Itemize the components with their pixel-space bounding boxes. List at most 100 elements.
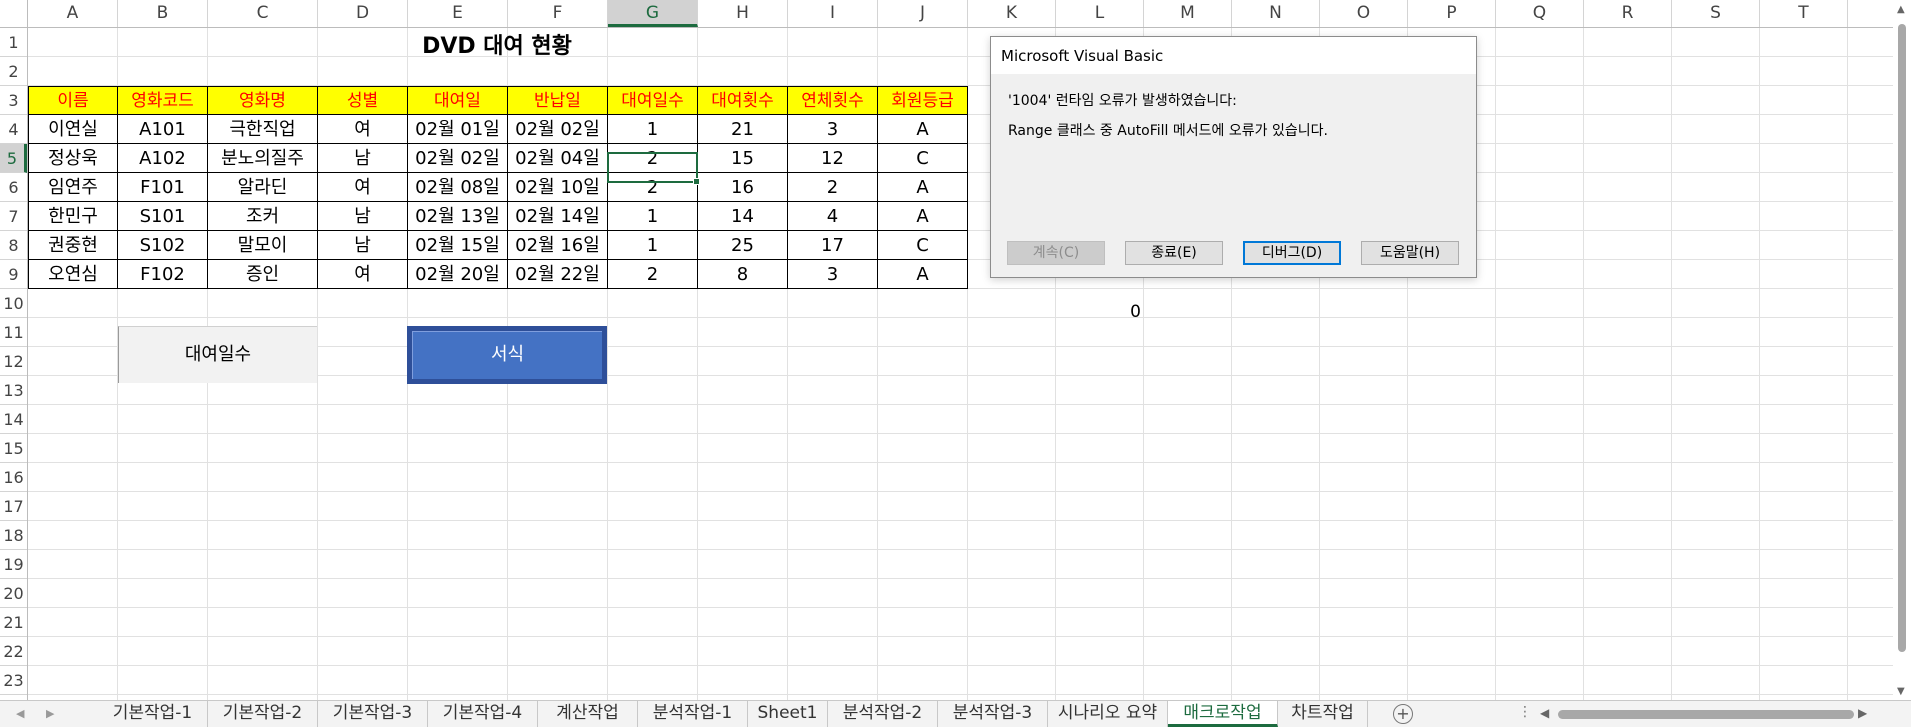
help-button[interactable]: 도움말(H) bbox=[1361, 241, 1459, 265]
table-cell[interactable]: 02월 02일 bbox=[408, 144, 508, 173]
table-cell[interactable]: 12 bbox=[788, 144, 878, 173]
table-cell[interactable]: 조커 bbox=[208, 202, 318, 231]
table-cell[interactable]: 02월 16일 bbox=[508, 231, 608, 260]
scroll-up-icon[interactable]: ▲ bbox=[1897, 4, 1905, 15]
sheet-tab[interactable]: 분석작업-2 bbox=[828, 701, 938, 727]
column-header-A[interactable]: A bbox=[28, 0, 118, 27]
row-header-21[interactable]: 21 bbox=[0, 608, 27, 637]
row-header-5[interactable]: 5 bbox=[0, 144, 27, 173]
format-macro-button[interactable]: 서식 bbox=[407, 326, 607, 384]
column-header-B[interactable]: B bbox=[118, 0, 208, 27]
hscroll-left-icon[interactable]: ◀ bbox=[1540, 706, 1549, 720]
table-cell[interactable]: 3 bbox=[788, 115, 878, 144]
table-cell[interactable]: 8 bbox=[698, 260, 788, 289]
table-cell[interactable]: 2 bbox=[608, 173, 698, 202]
table-header-cell[interactable]: 영화명 bbox=[208, 86, 318, 115]
tab-split-handle-icon[interactable]: ⋮ bbox=[1518, 704, 1532, 720]
table-cell[interactable]: 14 bbox=[698, 202, 788, 231]
table-cell[interactable]: 3 bbox=[788, 260, 878, 289]
table-cell[interactable]: 여 bbox=[318, 173, 408, 202]
table-header-cell[interactable]: 대여일수 bbox=[608, 86, 698, 115]
column-header-C[interactable]: C bbox=[208, 0, 318, 27]
table-cell[interactable]: 2 bbox=[608, 260, 698, 289]
table-header-cell[interactable]: 이름 bbox=[28, 86, 118, 115]
row-header-14[interactable]: 14 bbox=[0, 405, 27, 434]
table-cell[interactable]: 이연실 bbox=[28, 115, 118, 144]
table-cell[interactable]: 1 bbox=[608, 231, 698, 260]
tab-scroll-left-icon[interactable]: ◀ bbox=[16, 707, 24, 720]
table-cell[interactable]: 02월 08일 bbox=[408, 173, 508, 202]
column-header-O[interactable]: O bbox=[1320, 0, 1408, 27]
table-cell[interactable]: 정상욱 bbox=[28, 144, 118, 173]
table-cell[interactable]: S101 bbox=[118, 202, 208, 231]
row-header-6[interactable]: 6 bbox=[0, 173, 27, 202]
table-cell[interactable]: 15 bbox=[698, 144, 788, 173]
table-cell[interactable]: A bbox=[878, 260, 968, 289]
table-cell[interactable]: 분노의질주 bbox=[208, 144, 318, 173]
column-header-H[interactable]: H bbox=[698, 0, 788, 27]
row-header-13[interactable]: 13 bbox=[0, 376, 27, 405]
table-cell[interactable]: 4 bbox=[788, 202, 878, 231]
table-cell[interactable]: C bbox=[878, 144, 968, 173]
table-header-cell[interactable]: 연체횟수 bbox=[788, 86, 878, 115]
column-header-M[interactable]: M bbox=[1144, 0, 1232, 27]
vertical-scrollbar[interactable]: ▲ ▼ bbox=[1893, 0, 1911, 700]
dialog-titlebar[interactable]: Microsoft Visual Basic bbox=[991, 37, 1476, 74]
table-cell[interactable]: 02월 10일 bbox=[508, 173, 608, 202]
add-sheet-icon[interactable]: + bbox=[1393, 704, 1413, 724]
table-cell[interactable]: 02월 02일 bbox=[508, 115, 608, 144]
table-cell[interactable]: 권중현 bbox=[28, 231, 118, 260]
table-cell[interactable]: 남 bbox=[318, 144, 408, 173]
table-cell[interactable]: 1 bbox=[608, 202, 698, 231]
table-cell[interactable]: A bbox=[878, 115, 968, 144]
table-cell[interactable]: 2 bbox=[608, 144, 698, 173]
table-header-cell[interactable]: 대여횟수 bbox=[698, 86, 788, 115]
row-header-1[interactable]: 1 bbox=[0, 28, 27, 57]
table-cell[interactable]: 02월 15일 bbox=[408, 231, 508, 260]
row-header-12[interactable]: 12 bbox=[0, 347, 27, 376]
table-cell[interactable]: 21 bbox=[698, 115, 788, 144]
sheet-tab[interactable]: 분석작업-1 bbox=[638, 701, 748, 727]
row-header-7[interactable]: 7 bbox=[0, 202, 27, 231]
sheet-tab[interactable]: 기본작업-2 bbox=[208, 701, 318, 727]
table-header-cell[interactable]: 대여일 bbox=[408, 86, 508, 115]
rental-days-macro-button[interactable]: 대여일수 bbox=[118, 326, 317, 383]
row-header-15[interactable]: 15 bbox=[0, 434, 27, 463]
end-button[interactable]: 종료(E) bbox=[1125, 241, 1223, 265]
table-header-cell[interactable]: 반납일 bbox=[508, 86, 608, 115]
row-header-10[interactable]: 10 bbox=[0, 289, 27, 318]
table-header-cell[interactable]: 회원등급 bbox=[878, 86, 968, 115]
row-header-16[interactable]: 16 bbox=[0, 463, 27, 492]
sheet-tab[interactable]: 기본작업-1 bbox=[98, 701, 208, 727]
table-cell[interactable]: 임연주 bbox=[28, 173, 118, 202]
table-cell[interactable]: 남 bbox=[318, 231, 408, 260]
table-cell[interactable]: A101 bbox=[118, 115, 208, 144]
column-header-R[interactable]: R bbox=[1584, 0, 1672, 27]
debug-button[interactable]: 디버그(D) bbox=[1243, 241, 1341, 265]
cell-L10[interactable]: 0 bbox=[1057, 302, 1141, 322]
sheet-tab[interactable]: 계산작업 bbox=[538, 701, 638, 727]
sheet-tab[interactable]: 분석작업-3 bbox=[938, 701, 1048, 727]
row-header-2[interactable]: 2 bbox=[0, 57, 27, 86]
table-cell[interactable]: A bbox=[878, 173, 968, 202]
row-header-4[interactable]: 4 bbox=[0, 115, 27, 144]
column-header-J[interactable]: J bbox=[878, 0, 968, 27]
column-header-I[interactable]: I bbox=[788, 0, 878, 27]
column-header-Q[interactable]: Q bbox=[1496, 0, 1584, 27]
table-cell[interactable]: 남 bbox=[318, 202, 408, 231]
horizontal-scroll-thumb[interactable] bbox=[1558, 710, 1854, 719]
column-header-N[interactable]: N bbox=[1232, 0, 1320, 27]
table-cell[interactable]: A bbox=[878, 202, 968, 231]
table-cell[interactable]: 16 bbox=[698, 173, 788, 202]
hscroll-right-icon[interactable]: ▶ bbox=[1858, 706, 1867, 720]
table-cell[interactable]: 02월 14일 bbox=[508, 202, 608, 231]
table-cell[interactable]: 17 bbox=[788, 231, 878, 260]
table-cell[interactable]: 02월 22일 bbox=[508, 260, 608, 289]
column-header-D[interactable]: D bbox=[318, 0, 408, 27]
table-cell[interactable]: 알라딘 bbox=[208, 173, 318, 202]
table-cell[interactable]: A102 bbox=[118, 144, 208, 173]
column-header-T[interactable]: T bbox=[1760, 0, 1848, 27]
row-header-19[interactable]: 19 bbox=[0, 550, 27, 579]
table-cell[interactable]: 증인 bbox=[208, 260, 318, 289]
scroll-down-icon[interactable]: ▼ bbox=[1897, 686, 1905, 697]
